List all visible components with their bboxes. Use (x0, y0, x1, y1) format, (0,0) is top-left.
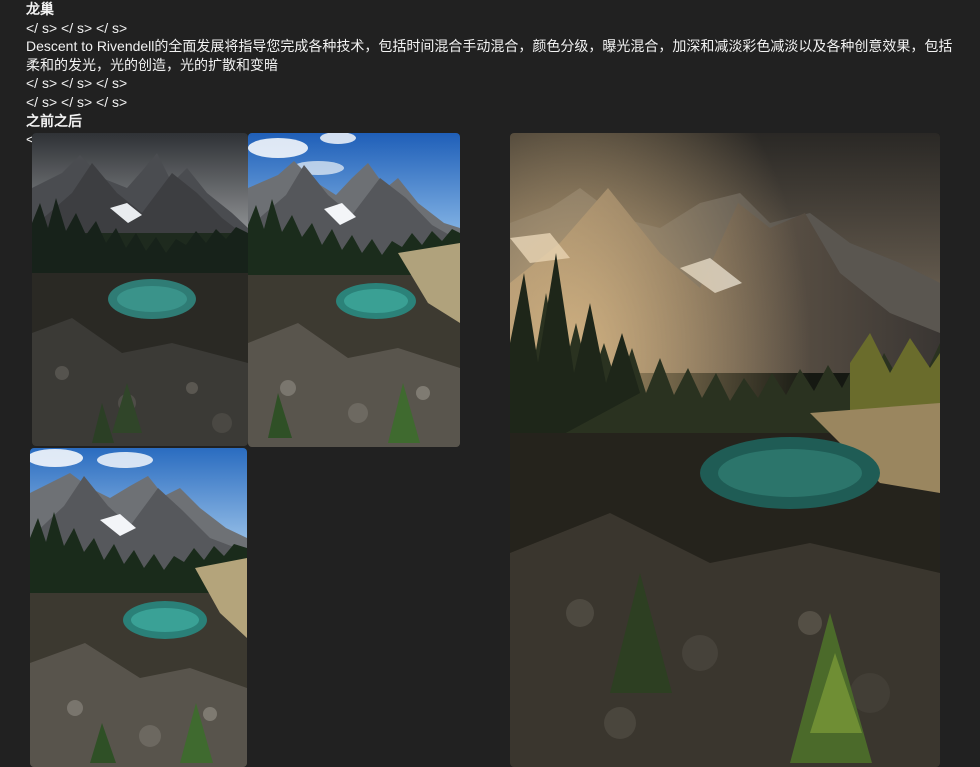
photo-final-edit (510, 133, 940, 767)
post-text: 龙巢 </ s> </ s> </ s> Descent to Rivendel… (26, 0, 956, 130)
landscape-image (510, 133, 940, 767)
before-after-label: 之前之后 (26, 112, 82, 129)
landscape-image (248, 133, 460, 447)
photo-original-blue-sky-2 (30, 448, 247, 767)
post-description: Descent to Rivendell的全面发展将指导您完成各种技术，包括时间… (26, 38, 953, 73)
photo-original-overcast (32, 133, 248, 446)
post-title: 龙巢 (26, 1, 54, 17)
landscape-image (30, 448, 247, 767)
tag-line-2: </ s> </ s> </ s> (26, 75, 128, 92)
landscape-image (32, 133, 248, 446)
tag-line-3: </ s> </ s> </ s> (26, 93, 128, 110)
tag-line-1: </ s> </ s> </ s> (26, 19, 128, 36)
photo-original-blue-sky (248, 133, 460, 447)
